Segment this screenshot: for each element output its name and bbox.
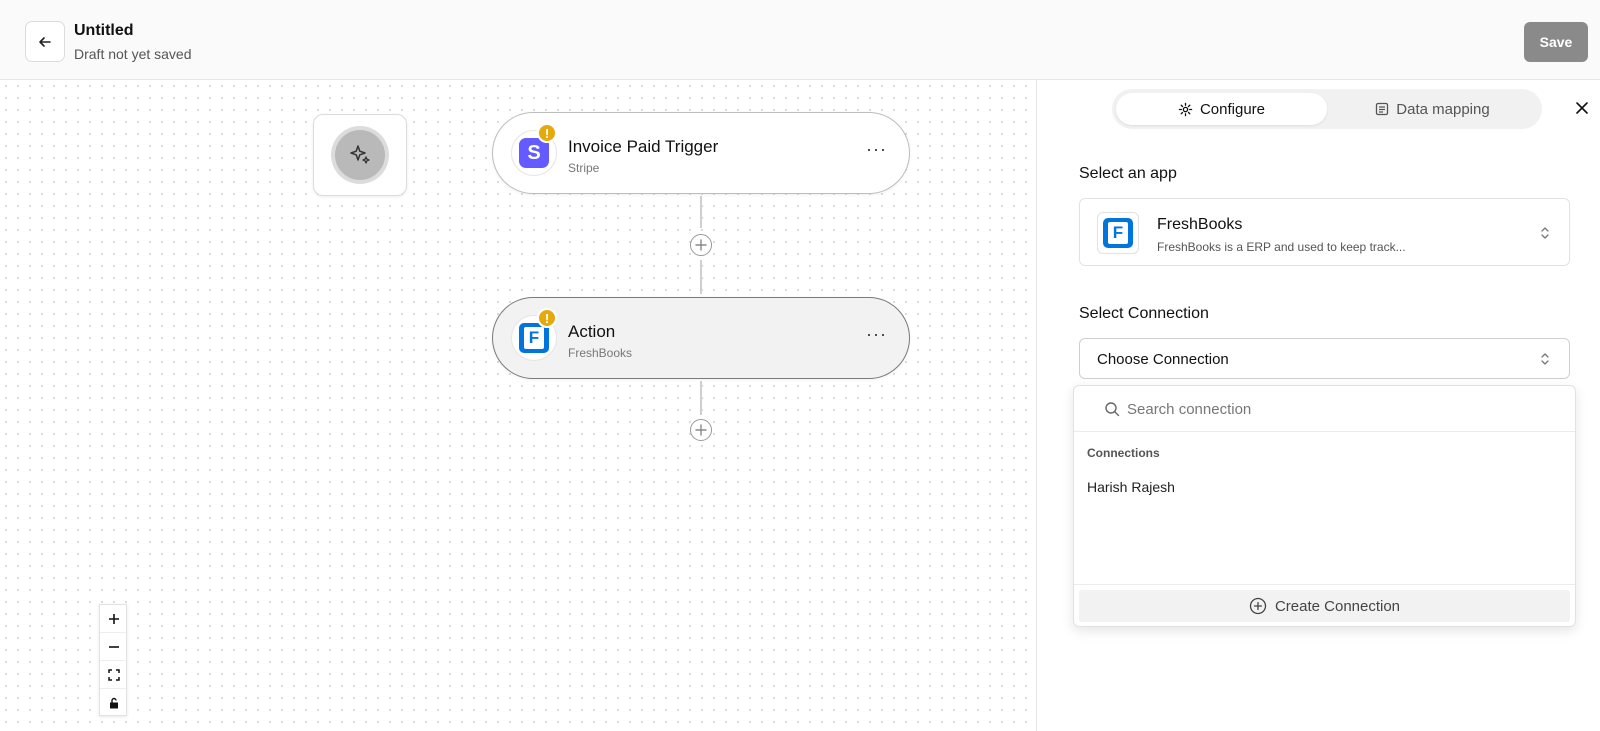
connection-dropdown: Connections Harish Rajesh Create Connect… bbox=[1073, 385, 1576, 627]
app-icon: F bbox=[1097, 212, 1139, 254]
connection-search bbox=[1074, 386, 1575, 432]
connection-select-value: Choose Connection bbox=[1097, 351, 1229, 368]
connector-line bbox=[700, 196, 702, 228]
search-connection-input[interactable] bbox=[1127, 396, 1547, 422]
top-bar: Untitled Draft not yet saved Save bbox=[0, 0, 1600, 80]
workflow-canvas[interactable]: S ! Invoice Paid Trigger Stripe ··· F ! … bbox=[0, 80, 1036, 731]
lock-icon bbox=[110, 697, 118, 709]
connector-line bbox=[700, 260, 702, 294]
tab-label: Data mapping bbox=[1396, 100, 1490, 118]
panel-tabs: Configure Data mapping bbox=[1112, 89, 1542, 129]
app-select[interactable]: F FreshBooks FreshBooks is a ERP and use… bbox=[1079, 198, 1570, 266]
tab-data-mapping[interactable]: Data mapping bbox=[1327, 93, 1538, 125]
connection-select[interactable]: Choose Connection bbox=[1079, 338, 1570, 379]
node-title: Action bbox=[568, 322, 616, 341]
search-icon bbox=[1105, 402, 1120, 417]
ai-assistant-badge bbox=[335, 130, 385, 180]
plus-icon bbox=[695, 239, 707, 251]
node-subtitle: Stripe bbox=[568, 161, 600, 175]
minus-icon bbox=[109, 645, 119, 648]
chevron-up-down-icon bbox=[1541, 353, 1549, 365]
back-button[interactable] bbox=[25, 21, 65, 62]
freshbooks-logo-icon: F bbox=[1103, 218, 1133, 248]
config-panel: Configure Data mapping Select an app F F… bbox=[1036, 80, 1600, 731]
document-icon bbox=[1376, 102, 1389, 116]
fit-view-icon bbox=[108, 668, 120, 681]
select-app-label: Select an app bbox=[1079, 165, 1177, 182]
arrow-left-icon bbox=[39, 36, 51, 47]
lock-canvas-button[interactable] bbox=[100, 689, 128, 717]
app-name: FreshBooks bbox=[1157, 216, 1243, 233]
create-connection-label: Create Connection bbox=[1274, 597, 1401, 615]
canvas-controls bbox=[99, 604, 128, 717]
tab-configure[interactable]: Configure bbox=[1116, 93, 1327, 125]
chevron-up-down-icon bbox=[1541, 227, 1549, 239]
create-connection-button[interactable]: Create Connection bbox=[1079, 590, 1570, 622]
connections-group-label: Connections bbox=[1087, 446, 1160, 460]
trigger-node[interactable]: S ! Invoice Paid Trigger Stripe ··· bbox=[492, 112, 910, 194]
action-node[interactable]: F ! Action FreshBooks ··· bbox=[492, 297, 910, 379]
plus-circle-icon bbox=[1249, 597, 1267, 615]
sparkles-icon bbox=[350, 145, 370, 164]
zoom-out-button[interactable] bbox=[100, 633, 128, 661]
ai-assistant-node[interactable] bbox=[313, 114, 407, 196]
add-step-button[interactable] bbox=[690, 234, 712, 256]
gear-icon bbox=[1178, 102, 1193, 116]
connection-option[interactable]: Harish Rajesh bbox=[1087, 479, 1175, 495]
fit-view-button[interactable] bbox=[100, 661, 128, 689]
plus-icon bbox=[109, 613, 119, 624]
divider bbox=[1074, 584, 1575, 585]
select-connection-label: Select Connection bbox=[1079, 305, 1209, 322]
node-subtitle: FreshBooks bbox=[568, 346, 633, 360]
add-step-button[interactable] bbox=[690, 419, 712, 441]
connector-line bbox=[700, 381, 702, 415]
node-title: Invoice Paid Trigger bbox=[568, 137, 719, 156]
zoom-in-button[interactable] bbox=[100, 605, 128, 633]
draft-status: Draft not yet saved bbox=[74, 46, 192, 62]
plus-icon bbox=[695, 424, 707, 436]
node-menu-button[interactable]: ··· bbox=[866, 324, 887, 345]
workflow-title: Untitled bbox=[74, 22, 134, 39]
node-menu-button[interactable]: ··· bbox=[866, 139, 887, 160]
warning-icon: ! bbox=[537, 123, 557, 143]
tab-label: Configure bbox=[1199, 100, 1266, 118]
app-description: FreshBooks is a ERP and used to keep tra… bbox=[1157, 240, 1406, 254]
close-icon[interactable] bbox=[1572, 98, 1592, 118]
save-button[interactable]: Save bbox=[1524, 22, 1588, 62]
warning-icon: ! bbox=[537, 308, 557, 328]
